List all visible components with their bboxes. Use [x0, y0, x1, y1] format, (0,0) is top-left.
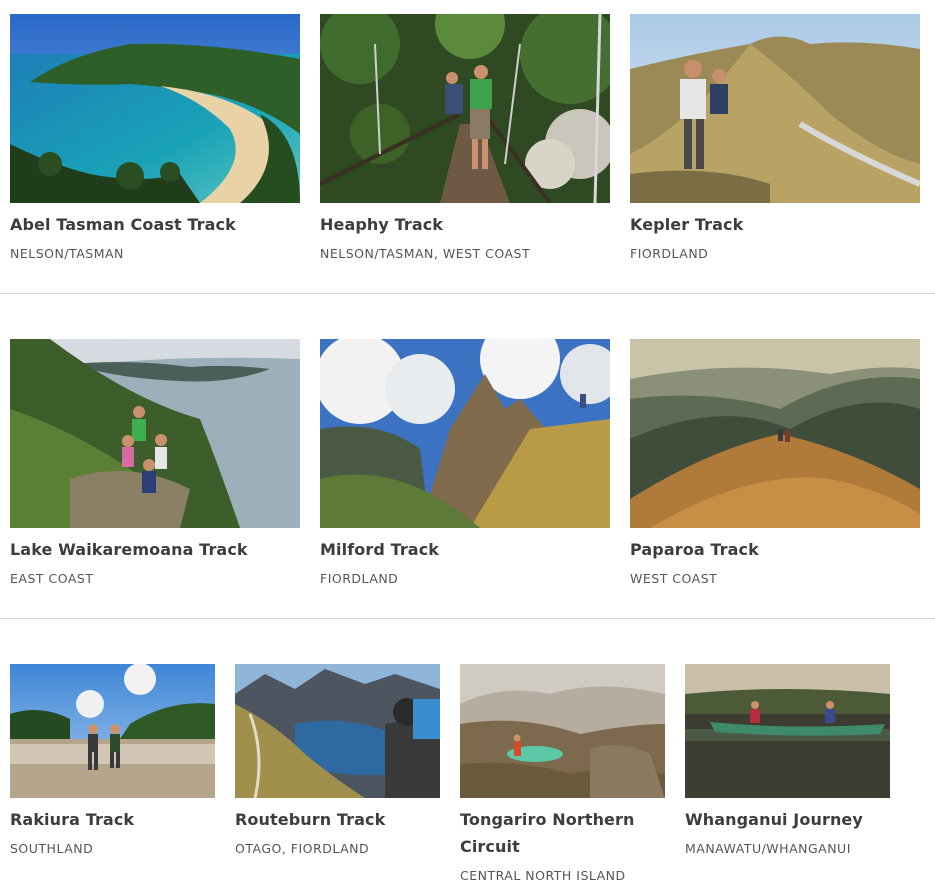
track-image-lake-waikaremoana[interactable]	[10, 339, 300, 528]
row-divider	[0, 618, 935, 619]
track-card-lake-waikaremoana[interactable]: Lake Waikaremoana Track EAST COAST	[10, 339, 300, 587]
track-title[interactable]: Milford Track	[320, 536, 610, 563]
track-image-tongariro[interactable]	[460, 664, 665, 798]
track-card-heaphy[interactable]: Heaphy Track NELSON/TASMAN, WEST COAST	[320, 14, 610, 262]
track-image-paparoa[interactable]	[630, 339, 920, 528]
track-card-whanganui[interactable]: Whanganui Journey MANAWATU/WHANGANUI	[685, 664, 890, 857]
track-region: WEST COAST	[630, 571, 718, 586]
track-image-routeburn[interactable]	[235, 664, 440, 798]
track-region: FIORDLAND	[320, 571, 399, 586]
track-card-paparoa[interactable]: Paparoa Track WEST COAST	[630, 339, 920, 587]
track-card-milford[interactable]: Milford Track FIORDLAND	[320, 339, 610, 587]
track-card-tongariro[interactable]: Tongariro Northern Circuit CENTRAL NORTH…	[460, 664, 665, 884]
track-image-milford[interactable]	[320, 339, 610, 528]
track-image-whanganui[interactable]	[685, 664, 890, 798]
track-title[interactable]: Paparoa Track	[630, 536, 920, 563]
track-title[interactable]: Kepler Track	[630, 211, 920, 238]
track-region: EAST COAST	[10, 571, 94, 586]
track-region: CENTRAL NORTH ISLAND	[460, 868, 626, 883]
track-card-rakiura[interactable]: Rakiura Track SOUTHLAND	[10, 664, 215, 857]
track-image-rakiura[interactable]	[10, 664, 215, 798]
track-region: FIORDLAND	[630, 246, 709, 261]
row-divider	[0, 293, 935, 294]
track-card-kepler[interactable]: Kepler Track FIORDLAND	[630, 14, 920, 262]
track-title[interactable]: Tongariro Northern Circuit	[460, 806, 640, 860]
track-card-routeburn[interactable]: Routeburn Track OTAGO, FIORDLAND	[235, 664, 440, 857]
track-region: MANAWATU/WHANGANUI	[685, 841, 851, 856]
track-card-abel-tasman[interactable]: Abel Tasman Coast Track NELSON/TASMAN	[10, 14, 300, 262]
track-image-heaphy[interactable]	[320, 14, 610, 203]
track-title[interactable]: Rakiura Track	[10, 806, 215, 833]
track-image-kepler[interactable]	[630, 14, 920, 203]
track-region: NELSON/TASMAN, WEST COAST	[320, 246, 531, 261]
track-region: OTAGO, FIORDLAND	[235, 841, 370, 856]
track-title[interactable]: Abel Tasman Coast Track	[10, 211, 300, 238]
track-title[interactable]: Lake Waikaremoana Track	[10, 536, 300, 563]
track-region: SOUTHLAND	[10, 841, 94, 856]
track-image-abel-tasman[interactable]	[10, 14, 300, 203]
track-title[interactable]: Routeburn Track	[235, 806, 440, 833]
track-region: NELSON/TASMAN	[10, 246, 124, 261]
track-title[interactable]: Whanganui Journey	[685, 806, 890, 833]
track-title[interactable]: Heaphy Track	[320, 211, 610, 238]
